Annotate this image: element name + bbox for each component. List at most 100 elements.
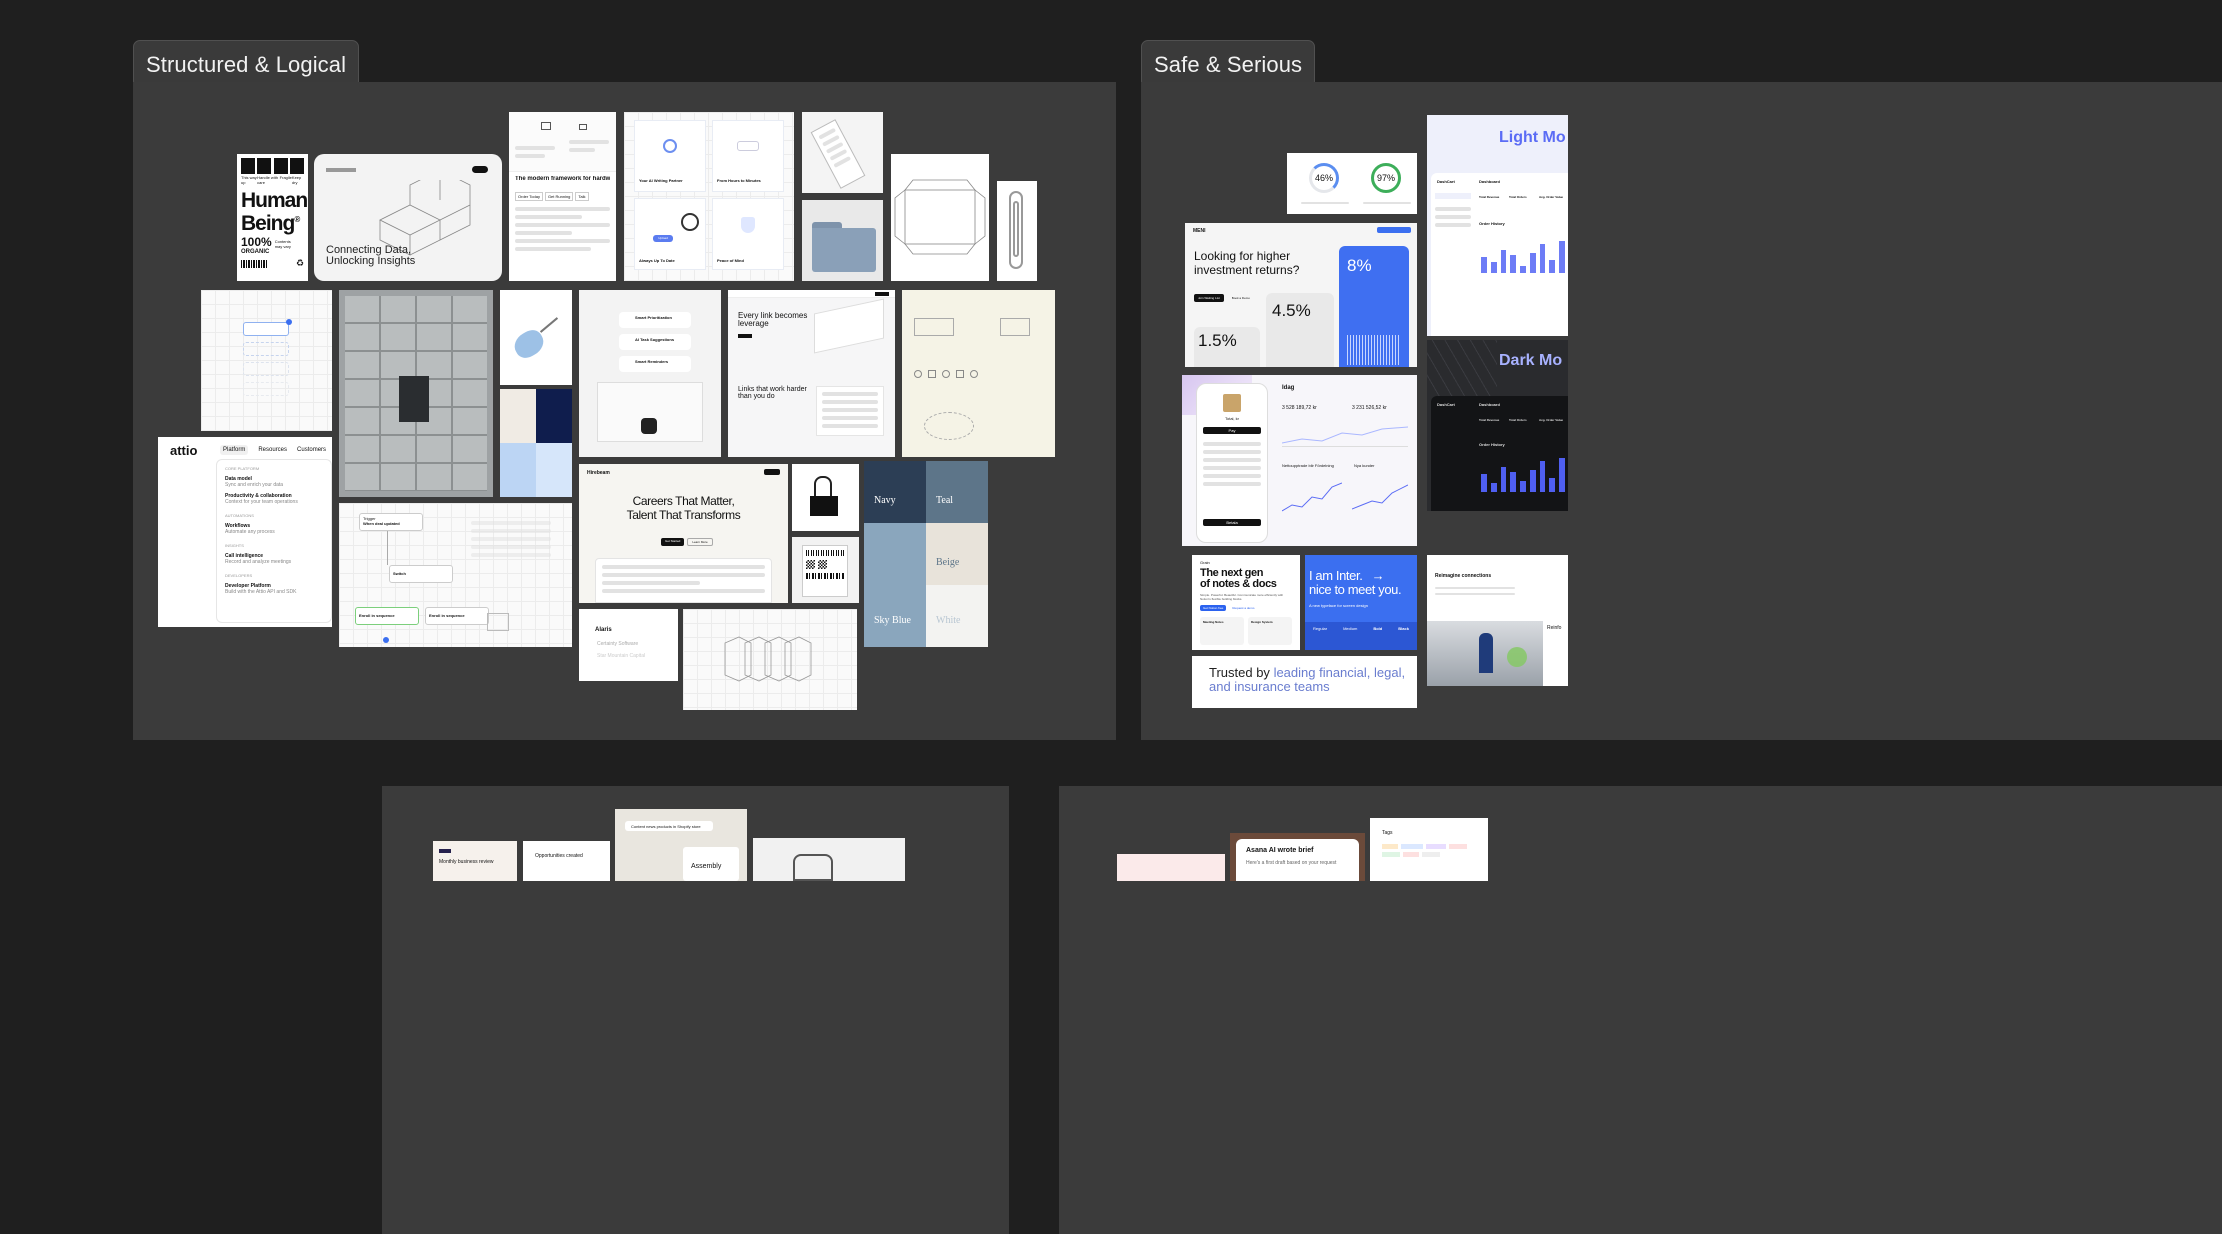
learn-more-button[interactable]: Learn More [687,538,713,546]
every-link-card[interactable]: Every link becomes leverage Links that w… [728,290,895,457]
cta-button[interactable] [738,334,752,338]
section-automations: AUTOMATIONS [225,513,254,518]
modern-framework-card[interactable]: The modern framework for hardware Order … [509,112,616,281]
human-being-card[interactable]: This way up Handle with care Fragile Kee… [237,154,308,281]
workflow-diagram-card[interactable]: Trigger When deal updated Switch Enroll i… [339,503,572,647]
nav-cta-button[interactable] [875,292,889,296]
asana-card[interactable]: Asana AI wrote brief Here's a first draf… [1230,833,1365,881]
menu-item-productivity[interactable]: Productivity & collaboration Context for … [225,493,323,505]
tab-order-today[interactable]: Order Today [515,192,543,201]
menu-item-data-model[interactable]: Data model Sync and enrich your data [225,476,323,488]
light-dashboard-window[interactable]: DashCart Dashboard Total Revenue Total O… [1431,173,1568,336]
node-trigger[interactable]: Trigger When deal updated [359,513,423,531]
betala-button[interactable]: Betala [1203,519,1261,526]
careers-brand[interactable]: Hirebeam [587,470,610,476]
nav-resources[interactable]: Resources [258,445,287,455]
board-lower-right[interactable]: Asana AI wrote brief Here's a first draf… [1059,786,2222,1234]
sidebar-item-active[interactable] [1435,193,1471,199]
ai-item-smart-prioritization[interactable]: Smart Prioritization [619,312,691,328]
tag-chip[interactable] [1382,852,1400,857]
tab-get-running[interactable]: Get Running [544,192,574,201]
node-enroll-2[interactable]: Enroll in sequence [425,607,489,625]
opportunities-card[interactable]: Opportunities created [523,841,610,881]
tag-chip[interactable] [1401,844,1423,849]
asana-dialog[interactable]: Asana AI wrote brief Here's a first draf… [1236,839,1359,881]
node-enroll-1[interactable]: Enroll in sequence [355,607,419,625]
upload-button[interactable]: Upload [653,235,673,242]
tag-chip[interactable] [1449,844,1467,849]
tag-chip[interactable] [1426,844,1446,849]
ai-item-smart-reminders[interactable]: Smart Reminders [619,356,691,372]
ai-item-task-suggestions[interactable]: AI Task Suggestions [619,334,691,350]
get-notion-button[interactable]: Get Notion free [1200,605,1227,611]
tab-talk[interactable]: Talk [575,192,589,201]
feature-title-1: Your AI Writing Partner [639,178,683,183]
swatch-navy [536,389,572,443]
feature-grid-card[interactable]: Your AI Writing Partner From Hours to Mi… [624,112,794,281]
nodes-grid-card[interactable] [201,290,332,431]
dark-mode-dashboard-card[interactable]: Dark Mo DashCart Dashboard Total Revenue… [1427,340,1568,511]
board-label-structured-logical[interactable]: Structured & Logical [133,40,360,88]
progress-rings-card: 46% 97% [1287,153,1417,214]
links-work-heading: Links that work harder than you do [738,386,807,400]
design-system-tile[interactable]: Design System [1248,617,1292,645]
investment-heading-2: investment returns? [1194,263,1300,277]
node-switch[interactable]: Switch [389,565,453,583]
investment-brand[interactable]: MENI [1193,228,1206,234]
dashboard-heading: Dashboard [1479,402,1500,407]
join-waiting-list-button[interactable]: Join Waiting List [1194,294,1224,302]
nav-bar [728,290,895,298]
board-safe-serious[interactable]: 46% 97% MENI Looking for higher investme… [1141,82,2222,740]
monthly-review-card[interactable]: Monthly business review [433,841,517,881]
nav-button[interactable] [472,166,488,173]
label-handle-with-care: Handle with care [257,175,279,185]
ai-box-card[interactable]: Smart Prioritization AI Task Suggestions… [579,290,721,457]
light-mode-dashboard-card[interactable]: Light Mo DashCart Dashboard Total Revenu… [1427,115,1568,336]
book-demo-button[interactable]: Book a Demo [1228,294,1254,302]
menu-item-developer-platform[interactable]: Developer Platform Build with the Attio A… [225,583,323,595]
chart-bar [1539,244,1546,273]
nav-platform[interactable]: Platform [220,445,249,455]
request-demo-link[interactable]: Request a demo [1229,605,1257,611]
tag-chip[interactable] [1382,844,1398,849]
menu-item-call-intelligence[interactable]: Call intelligence Record and analyze meet… [225,553,323,565]
phone-mockup[interactable]: Total, kr Pay Betala [1196,383,1268,543]
tags-card[interactable]: Tags [1370,818,1488,881]
handling-icons [241,158,304,174]
tab-idag[interactable]: Idag [1282,385,1294,391]
notes-card[interactable]: Grain The next gen of notes & docs Simpl… [1192,555,1300,650]
connecting-data-card[interactable]: Connecting Data, Unlocking Insights [314,154,502,281]
dark-dashboard-window[interactable]: DashCart Dashboard Total Revenue Total O… [1431,396,1568,511]
fintech-card[interactable]: Total, kr Pay Betala Idag 3 528 189,72 k… [1182,375,1417,546]
attio-logo[interactable]: attio [170,443,197,458]
tag-chip[interactable] [1403,852,1419,857]
apple-pay-button[interactable]: Pay [1203,427,1261,434]
platform-dropdown[interactable]: CORE PLATFORM Data model Sync and enrich … [216,459,332,623]
get-started-button[interactable]: Get Started [661,538,685,546]
board-structured-logical[interactable]: This way up Handle with care Fragile Kee… [133,82,1116,740]
selected-node[interactable] [243,322,289,336]
dashcart-logo[interactable]: DashCart [1437,402,1455,407]
shopify-card[interactable]: Content news products in Shopify store A… [615,809,747,881]
nav-customers[interactable]: Customers [297,445,326,455]
item-desc: Record and analyze meetings [225,559,292,565]
nav-signup-button[interactable] [764,469,780,475]
logo-certainty: Certainty Software [597,641,639,647]
chart-caption-1: Nettoupptrade blir Fördelning [1282,463,1334,468]
attio-menu-card[interactable]: attio Platform Resources Customers CORE … [158,437,332,627]
menu-item-workflows[interactable]: Workflows Automate any process [225,523,323,535]
sensor-icon [579,124,587,130]
dashcart-logo[interactable]: DashCart [1437,179,1455,184]
cluster-illustration [924,412,974,440]
nav-cta-button[interactable] [1377,227,1411,233]
qr-code-icon [806,560,815,569]
board-label-safe-serious[interactable]: Safe & Serious [1141,40,1316,88]
barcode-icon [241,259,267,268]
connecting-data-line2: Unlocking Insights [326,255,416,267]
board-lower-left[interactable]: Monthly business review Opportunities cr… [382,786,1009,1234]
investment-card[interactable]: MENI Looking for higher investment retur… [1185,223,1417,367]
tag-chip[interactable] [1422,852,1440,857]
careers-card[interactable]: Hirebeam Careers That Matter, Talent Tha… [579,464,788,603]
tag-chips [1382,844,1478,857]
meeting-notes-tile[interactable]: Meeting Notes [1200,617,1244,645]
